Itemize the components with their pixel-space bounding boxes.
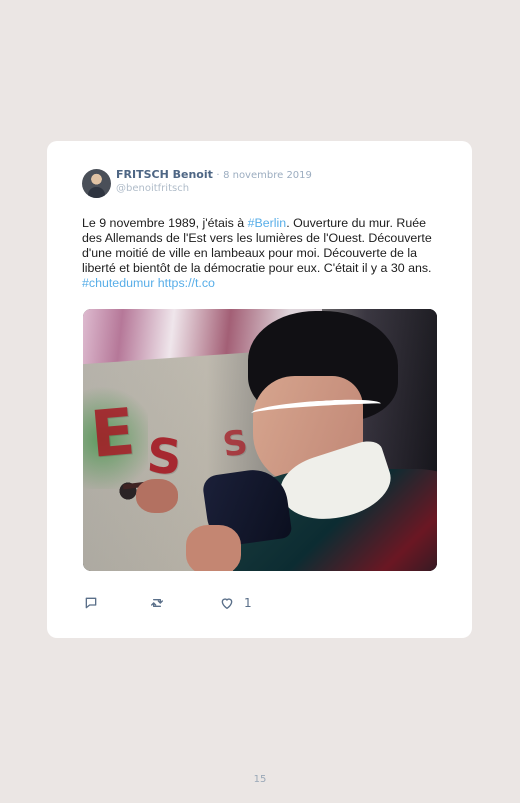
- photo-red-paint-e: E: [87, 395, 139, 473]
- page-number: 15: [253, 774, 267, 785]
- author-handle[interactable]: @benoitfritsch: [116, 183, 312, 194]
- photo-right-hand: [186, 525, 241, 571]
- like-button[interactable]: 1: [219, 595, 252, 611]
- like-count: 1: [244, 596, 252, 610]
- hashtag-berlin[interactable]: #Berlin: [248, 216, 287, 230]
- tweet-text: Le 9 novembre 1989, j'étais à #Berlin. O…: [82, 216, 440, 291]
- page: FRITSCH Benoit · 8 novembre 2019 @benoit…: [0, 0, 520, 803]
- tweet-actions: 1: [83, 595, 253, 611]
- photo-red-paint-s: S: [145, 427, 185, 487]
- tweet-photo[interactable]: E S S: [83, 309, 437, 571]
- author-name[interactable]: FRITSCH Benoit: [116, 168, 213, 181]
- heart-icon: [219, 595, 235, 611]
- retweet-icon: [149, 595, 165, 611]
- reply-button[interactable]: [83, 595, 99, 611]
- tweet-card: FRITSCH Benoit · 8 novembre 2019 @benoit…: [47, 141, 472, 638]
- retweet-button[interactable]: [149, 595, 165, 611]
- avatar[interactable]: [82, 169, 111, 198]
- author-line: FRITSCH Benoit · 8 novembre 2019: [116, 168, 312, 181]
- author-info: FRITSCH Benoit · 8 novembre 2019 @benoit…: [116, 168, 312, 194]
- photo-red-paint-s-secondary: S: [220, 422, 252, 466]
- reply-icon: [83, 595, 99, 611]
- tweet-header: FRITSCH Benoit · 8 novembre 2019 @benoit…: [82, 168, 312, 198]
- date-separator: ·: [216, 170, 220, 181]
- tweet-text-part-1: Le 9 novembre 1989, j'étais à: [82, 216, 248, 230]
- photo-left-hand: [136, 479, 178, 513]
- tweet-date[interactable]: 8 novembre 2019: [223, 170, 312, 181]
- hashtag-chutedumur[interactable]: #chutedumur: [82, 276, 154, 290]
- tweet-link[interactable]: https://t.co: [158, 276, 215, 290]
